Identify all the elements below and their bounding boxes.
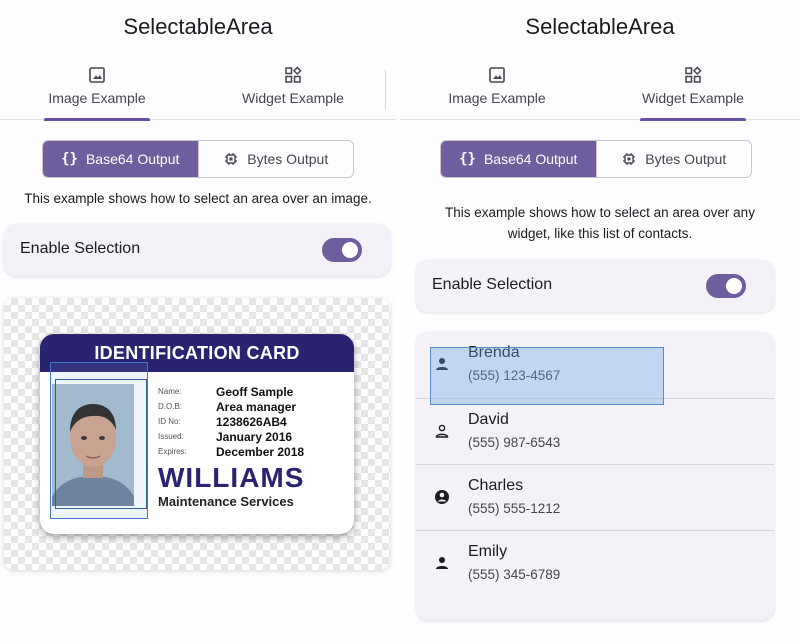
tab-label: Image Example xyxy=(448,90,546,106)
image-example-screen: SelectableArea Image Example Widget Exam… xyxy=(0,0,396,644)
segment-label: Bytes Output xyxy=(247,151,329,167)
id-field-row: Expires: December 2018 xyxy=(158,444,305,459)
company-brand: WILLIAMS xyxy=(158,462,305,493)
enable-selection-switch[interactable] xyxy=(706,274,746,298)
segment-label: Base64 Output xyxy=(85,151,180,167)
tab-widget-example[interactable]: Widget Example xyxy=(598,62,788,121)
person-outline-icon xyxy=(435,424,449,438)
code-braces-icon: {} xyxy=(61,151,78,167)
bytes-output-button[interactable]: Bytes Output xyxy=(595,141,752,177)
base64-output-button[interactable]: {} Base64 Output xyxy=(43,141,198,177)
bytes-output-button[interactable]: Bytes Output xyxy=(197,141,354,177)
tab-indicator xyxy=(44,118,150,121)
contact-name: Charles xyxy=(468,477,524,494)
widgets-icon xyxy=(285,66,302,83)
tab-widget-example[interactable]: Widget Example xyxy=(198,62,388,120)
description-text: This example shows how to select an area… xyxy=(445,205,755,241)
contact-phone: (555) 987-6543 xyxy=(468,435,561,450)
tab-label: Widget Example xyxy=(242,90,344,106)
app-title: SelectableArea xyxy=(525,14,675,39)
id-field-row: Name: Geoff Sample xyxy=(158,384,294,399)
id-card-fields: Name: Geoff Sample D.O.B: Area manager ID … xyxy=(158,384,304,459)
contact-item[interactable]: David (555) 987-6543 xyxy=(416,398,774,464)
id-field-row: D.O.B: Area manager xyxy=(158,399,297,414)
contact-name: Emily xyxy=(468,543,508,560)
base64-output-button[interactable]: {} Base64 Output xyxy=(441,141,596,177)
id-field-row: ID No: 1238626AB4 xyxy=(158,414,287,429)
tab-image-example[interactable]: Image Example xyxy=(402,62,592,120)
image-icon xyxy=(89,67,105,83)
widgets-icon xyxy=(685,66,702,83)
enable-selection-row: Enable Selection xyxy=(4,224,390,276)
switch-knob xyxy=(726,278,742,294)
chip-icon xyxy=(623,153,636,165)
selection-rectangle-inner[interactable] xyxy=(55,379,147,509)
account-circle-icon xyxy=(435,490,449,504)
enable-selection-label: Enable Selection xyxy=(432,276,553,293)
contact-item[interactable]: Charles (555) 555-1212 xyxy=(416,464,774,530)
app-title: SelectableArea xyxy=(123,14,273,39)
output-format-toggle: {} Base64 Output Bytes Output xyxy=(440,140,752,178)
enable-selection-label: Enable Selection xyxy=(20,240,141,257)
image-icon xyxy=(489,67,505,83)
enable-selection-row: Enable Selection xyxy=(416,260,774,312)
enable-selection-switch[interactable] xyxy=(322,238,362,262)
chip-icon xyxy=(225,153,238,165)
tab-divider xyxy=(385,70,386,110)
tab-label: Image Example xyxy=(48,90,146,106)
selectable-image-area[interactable]: IDENTIFICATION CARD Name: Geoff Sample D.… xyxy=(4,298,390,570)
id-field-row: Issued: January 2016 xyxy=(158,429,293,444)
contact-phone: (555) 345-6789 xyxy=(468,567,561,582)
contact-item[interactable]: Emily (555) 345-6789 xyxy=(416,530,774,596)
contact-name: David xyxy=(468,411,509,428)
switch-knob xyxy=(342,242,358,258)
selection-rectangle[interactable] xyxy=(430,347,664,405)
person-filled-icon xyxy=(436,557,448,569)
widget-example-screen: SelectableArea Image Example Widget Exam… xyxy=(400,0,800,644)
contact-phone: (555) 555-1212 xyxy=(468,501,561,516)
description-text: This example shows how to select an area… xyxy=(24,191,372,206)
company-subtitle: Maintenance Services xyxy=(158,494,294,509)
tab-indicator xyxy=(640,118,746,121)
code-braces-icon: {} xyxy=(459,151,476,167)
tab-bar: Image Example Widget Example xyxy=(400,62,800,121)
tab-label: Widget Example xyxy=(642,90,744,106)
output-format-toggle: {} Base64 Output Bytes Output xyxy=(42,140,354,178)
segment-label: Base64 Output xyxy=(483,151,578,167)
segment-label: Bytes Output xyxy=(645,151,727,167)
tab-image-example[interactable]: Image Example xyxy=(2,62,192,121)
tab-bar: Image Example Widget Example xyxy=(0,62,396,121)
